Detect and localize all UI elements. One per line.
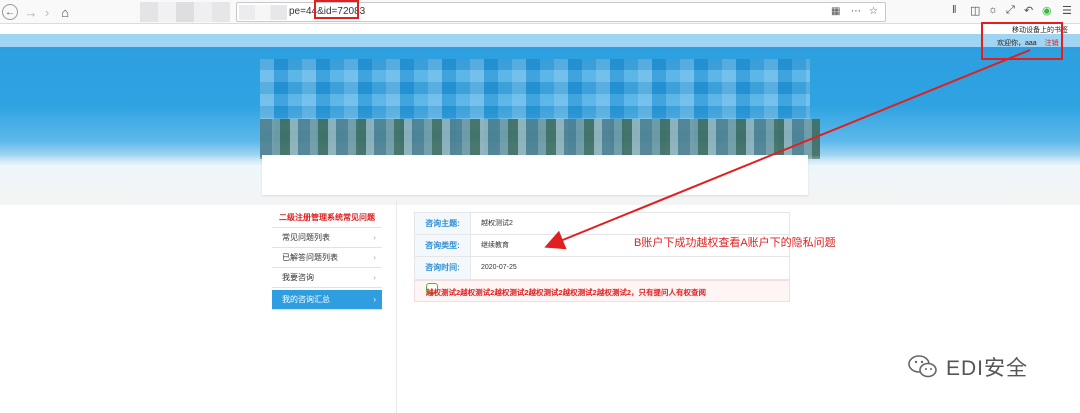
watermark: EDI安全: [908, 352, 1028, 382]
watermark-text: EDI安全: [946, 357, 1029, 380]
wechat-icon: [908, 354, 938, 380]
arrow-to-detail: [544, 49, 1031, 250]
